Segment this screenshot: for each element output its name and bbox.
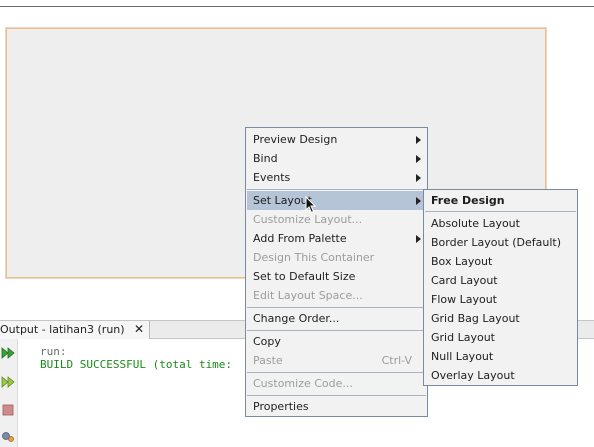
menu-item-customize-layout: Customize Layout... <box>247 210 426 229</box>
menu-item-label: Set to Default Size <box>253 270 356 283</box>
menu-item-set-layout[interactable]: Set Layout <box>247 191 426 210</box>
layout-option-card[interactable]: Card Layout <box>425 271 576 290</box>
menu-item-label: Set Layout <box>253 194 312 207</box>
layout-option-absolute[interactable]: Absolute Layout <box>425 214 576 233</box>
set-layout-submenu: Free Design Absolute Layout Border Layou… <box>423 189 578 386</box>
menu-separator <box>247 189 426 190</box>
rerun-with-params-icon[interactable] <box>1 375 15 389</box>
output-line-build-status: BUILD SUCCESSFUL (total time: <box>40 358 233 371</box>
menu-item-change-order[interactable]: Change Order... <box>247 309 426 328</box>
menu-separator <box>425 211 576 212</box>
layout-option-flow[interactable]: Flow Layout <box>425 290 576 309</box>
menu-item-label: Add From Palette <box>253 232 347 245</box>
submenu-arrow-icon <box>416 174 421 182</box>
menu-item-properties[interactable]: Properties <box>247 397 426 416</box>
output-console-text: run: BUILD SUCCESSFUL (total time: <box>40 345 232 371</box>
menu-separator <box>247 307 426 308</box>
layout-option-border[interactable]: Border Layout (Default) <box>425 233 576 252</box>
output-tab[interactable]: Output - latihan3 (run) ✕ <box>0 321 150 339</box>
layout-option-grid[interactable]: Grid Layout <box>425 328 576 347</box>
output-toolbar <box>0 339 18 447</box>
menu-item-set-default-size[interactable]: Set to Default Size <box>247 267 426 286</box>
menu-item-bind[interactable]: Bind <box>247 149 426 168</box>
menu-item-label: Change Order... <box>253 312 340 325</box>
output-tab-label: Output - latihan3 (run) <box>0 323 125 336</box>
menu-item-copy[interactable]: Copy <box>247 332 426 351</box>
menu-separator <box>247 372 426 373</box>
menu-item-edit-layout-space: Edit Layout Space... <box>247 286 426 305</box>
menu-item-label: Events <box>253 171 291 184</box>
menu-item-label: Edit Layout Space... <box>253 289 363 302</box>
submenu-arrow-icon <box>416 197 421 205</box>
menu-item-preview-design[interactable]: Preview Design <box>247 130 426 149</box>
output-line-run: run: <box>40 345 67 358</box>
menu-separator <box>247 395 426 396</box>
menu-item-paste: Paste Ctrl-V <box>247 351 426 370</box>
menu-item-label: Design This Container <box>253 251 375 264</box>
menu-item-label: Paste <box>253 354 283 367</box>
layout-option-box[interactable]: Box Layout <box>425 252 576 271</box>
layout-option-free-design[interactable]: Free Design <box>425 191 576 210</box>
menu-item-label: Customize Layout... <box>253 213 363 226</box>
rerun-icon[interactable] <box>1 346 15 360</box>
menu-item-events[interactable]: Events <box>247 168 426 187</box>
menu-item-label: Preview Design <box>253 133 338 146</box>
menu-item-shortcut: Ctrl-V <box>381 354 412 367</box>
stop-icon[interactable] <box>1 403 15 417</box>
menu-item-label: Properties <box>253 400 309 413</box>
menu-item-customize-code: Customize Code... <box>247 374 426 393</box>
menu-item-add-from-palette[interactable]: Add From Palette <box>247 229 426 248</box>
layout-option-null[interactable]: Null Layout <box>425 347 576 366</box>
submenu-arrow-icon <box>416 155 421 163</box>
layout-option-overlay[interactable]: Overlay Layout <box>425 366 576 385</box>
settings-icon[interactable] <box>1 429 15 443</box>
close-icon[interactable]: ✕ <box>134 321 144 338</box>
submenu-arrow-icon <box>416 235 421 243</box>
menu-item-design-this-container: Design This Container <box>247 248 426 267</box>
submenu-arrow-icon <box>416 136 421 144</box>
menu-item-label: Customize Code... <box>253 377 353 390</box>
mouse-pointer-icon <box>305 196 317 214</box>
menu-item-label: Bind <box>253 152 278 165</box>
layout-option-grid-bag[interactable]: Grid Bag Layout <box>425 309 576 328</box>
menu-separator <box>247 330 426 331</box>
menu-item-label: Copy <box>253 335 281 348</box>
context-menu: Preview Design Bind Events Set Layout Cu… <box>245 127 428 417</box>
